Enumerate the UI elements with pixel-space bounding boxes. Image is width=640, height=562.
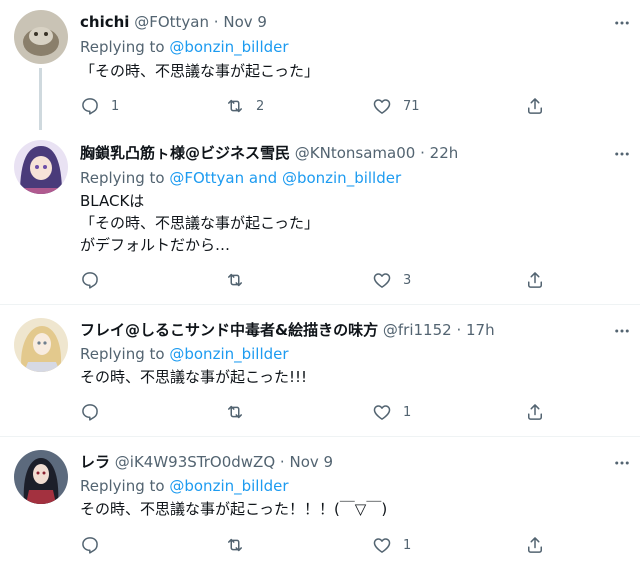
tweet-header: レラ @iK4W93STrO0dwZQ · Nov 9 xyxy=(80,450,590,474)
retweet-icon xyxy=(228,273,242,287)
replying-prefix: Replying to xyxy=(80,169,165,187)
share-icon xyxy=(528,98,542,114)
more-icon xyxy=(615,461,629,465)
like-button[interactable]: 3 xyxy=(372,269,411,291)
more-button[interactable] xyxy=(612,453,632,473)
display-name[interactable]: レラ xyxy=(80,453,110,471)
like-icon xyxy=(373,273,391,288)
retweet-count: 2 xyxy=(256,98,265,114)
tweet-text: BLACKは 「その時、不思議な事が起こった」 がデフォルトだから… xyxy=(80,192,319,254)
like-count: 1 xyxy=(403,404,412,420)
replying-to: Replying to @bonzin_billder xyxy=(80,36,620,58)
separator-dot: · xyxy=(456,321,462,339)
retweet-button[interactable] xyxy=(225,534,245,556)
like-icon xyxy=(373,405,391,420)
timestamp[interactable]: Nov 9 xyxy=(223,13,267,31)
more-button[interactable] xyxy=(612,13,632,33)
tweet-text: その時、不思議な事が起こった！！！(￣▽￣) xyxy=(80,500,388,518)
avatar-image xyxy=(14,450,68,504)
tweet[interactable]: chichi @FOttyan · Nov 9 Replying to @bon… xyxy=(0,0,640,130)
display-name[interactable]: chichi xyxy=(80,13,129,31)
share-button[interactable] xyxy=(525,269,545,291)
tweet-text: 「その時、不思議な事が起こった」 xyxy=(80,62,319,80)
reply-icon xyxy=(82,404,98,421)
avatar[interactable] xyxy=(14,140,68,194)
separator-dot: · xyxy=(279,453,285,471)
avatar[interactable] xyxy=(14,318,68,372)
like-button[interactable]: 71 xyxy=(372,95,420,117)
like-button[interactable]: 1 xyxy=(372,534,411,556)
avatar[interactable] xyxy=(14,10,68,64)
thread-line xyxy=(39,68,42,130)
reply-count: 1 xyxy=(111,98,120,114)
retweet-button[interactable] xyxy=(225,401,245,423)
separator-dot: · xyxy=(213,13,219,31)
mention-joiner: and xyxy=(248,169,278,187)
avatar-image xyxy=(14,10,68,64)
more-button[interactable] xyxy=(612,144,632,164)
more-icon xyxy=(615,329,629,333)
more-icon xyxy=(615,21,629,25)
reply-icon xyxy=(82,98,98,115)
user-handle[interactable]: @fri1152 xyxy=(383,321,452,339)
reply-button[interactable] xyxy=(80,401,100,423)
replying-to: Replying to @FOttyan and @bonzin_billder xyxy=(80,167,620,189)
share-button[interactable] xyxy=(525,401,545,423)
retweet-button[interactable] xyxy=(225,269,245,291)
display-name[interactable]: フレイ@しるこサンド中毒者&絵描きの味方 xyxy=(80,321,378,339)
avatar-image xyxy=(14,140,68,194)
replying-prefix: Replying to xyxy=(80,38,165,56)
timestamp[interactable]: 22h xyxy=(430,144,459,162)
tweet[interactable]: フレイ@しるこサンド中毒者&絵描きの味方 @fri1152 · 17h Repl… xyxy=(0,305,640,436)
share-icon xyxy=(528,537,542,553)
timestamp[interactable]: 17h xyxy=(466,321,495,339)
reply-button[interactable]: 1 xyxy=(80,95,119,117)
mention-link[interactable]: @FOttyan xyxy=(169,169,244,187)
tweet[interactable]: 胸鎖乳凸筋ㇳ様@ビジネス雪民 @KNtonsama00 · 22h Replyi… xyxy=(0,128,640,304)
tweet-header: chichi @FOttyan · Nov 9 xyxy=(80,10,590,34)
timestamp[interactable]: Nov 9 xyxy=(289,453,333,471)
tweet-text: その時、不思議な事が起こった!!! xyxy=(80,368,307,386)
reply-icon xyxy=(82,537,98,554)
retweet-icon xyxy=(228,99,242,113)
share-button[interactable] xyxy=(525,95,545,117)
replying-prefix: Replying to xyxy=(80,345,165,363)
more-button[interactable] xyxy=(612,321,632,341)
like-count: 1 xyxy=(403,537,412,553)
retweet-icon xyxy=(228,405,242,419)
tweet-header: フレイ@しるこサンド中毒者&絵描きの味方 @fri1152 · 17h xyxy=(80,318,590,342)
user-handle[interactable]: @KNtonsama00 xyxy=(295,144,416,162)
avatar-image xyxy=(14,318,68,372)
like-icon xyxy=(373,99,391,114)
separator-dot: · xyxy=(420,144,425,162)
mention-link[interactable]: @bonzin_billder xyxy=(169,345,288,363)
mention-link[interactable]: @bonzin_billder xyxy=(169,477,288,495)
user-handle[interactable]: @iK4W93STrO0dwZQ xyxy=(115,453,275,471)
replying-to: Replying to @bonzin_billder xyxy=(80,475,620,497)
tweet-header: 胸鎖乳凸筋ㇳ様@ビジネス雪民 @KNtonsama00 · 22h xyxy=(80,141,590,165)
user-handle[interactable]: @FOttyan xyxy=(134,13,209,31)
retweet-icon xyxy=(228,538,242,552)
more-icon xyxy=(615,152,629,156)
share-icon xyxy=(528,272,542,288)
tweet[interactable]: レラ @iK4W93STrO0dwZQ · Nov 9 Replying to … xyxy=(0,437,640,562)
like-count: 71 xyxy=(403,98,420,114)
mention-link[interactable]: @bonzin_billder xyxy=(169,38,288,56)
avatar[interactable] xyxy=(14,450,68,504)
share-icon xyxy=(528,404,542,420)
display-name[interactable]: 胸鎖乳凸筋ㇳ様@ビジネス雪民 xyxy=(80,144,290,162)
reply-icon xyxy=(82,272,98,289)
mention-link[interactable]: @bonzin_billder xyxy=(282,169,401,187)
like-icon xyxy=(373,538,391,553)
reply-button[interactable] xyxy=(80,534,100,556)
share-button[interactable] xyxy=(525,534,545,556)
reply-button[interactable] xyxy=(80,269,100,291)
replying-prefix: Replying to xyxy=(80,477,165,495)
like-count: 3 xyxy=(403,272,412,288)
replying-to: Replying to @bonzin_billder xyxy=(80,343,620,365)
like-button[interactable]: 1 xyxy=(372,401,411,423)
retweet-button[interactable]: 2 xyxy=(225,95,264,117)
